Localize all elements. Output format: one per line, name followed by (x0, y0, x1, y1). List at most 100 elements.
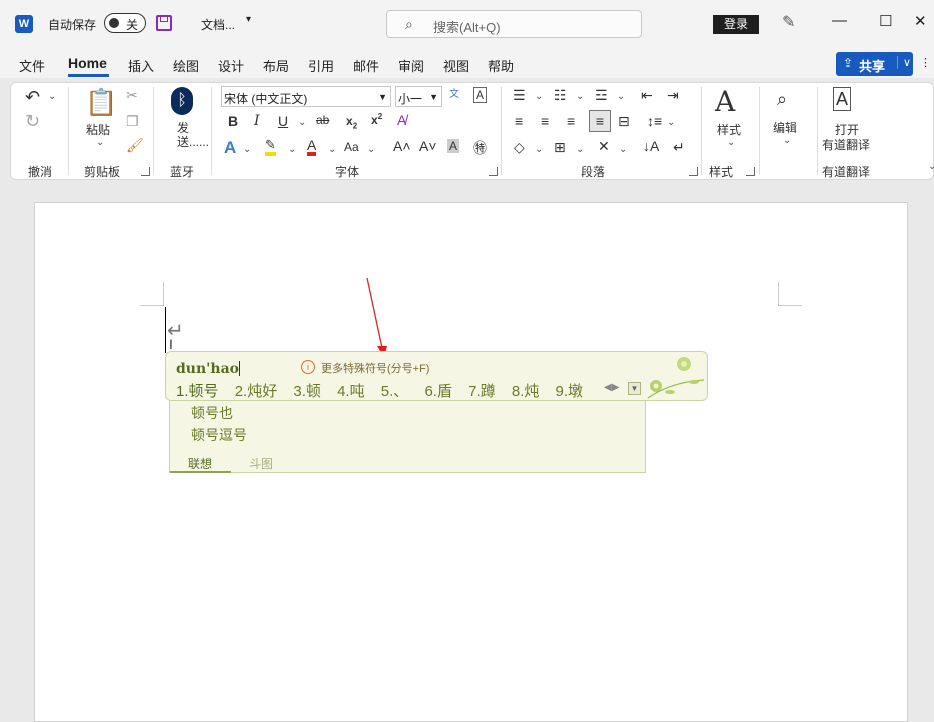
sort-icon[interactable]: ↓A (643, 138, 659, 154)
grow-font-icon[interactable]: A˄ (393, 138, 411, 154)
chevron-down-icon[interactable]: ⌄ (328, 144, 336, 155)
ime-tip[interactable]: 更多特殊符号(分号+F) (321, 360, 429, 376)
show-marks-icon[interactable]: ↵ (673, 139, 685, 156)
highlight-icon[interactable]: ✎ (265, 138, 276, 156)
bluetooth-icon[interactable]: ᛒ (171, 87, 193, 115)
dialog-launcher-icon[interactable] (746, 167, 755, 176)
page-arrows-icon[interactable]: ◀▶ (604, 382, 619, 393)
align-right-icon[interactable]: ≡ (567, 113, 575, 129)
candidate-item[interactable]: 7.蹲 (468, 383, 496, 400)
align-center-icon[interactable]: ≡ (541, 113, 549, 129)
text-effects-icon[interactable]: A (224, 138, 236, 158)
chevron-down-icon[interactable]: ⌄ (298, 117, 306, 128)
paste-icon[interactable]: 📋 (85, 87, 117, 118)
shading-icon[interactable]: ◇ (514, 139, 525, 156)
tab-home[interactable]: Home (68, 55, 107, 71)
chevron-down-icon[interactable]: ⌄ (96, 137, 104, 148)
youdao-translate-icon[interactable]: A (833, 87, 852, 111)
autosave-toggle[interactable]: 关 (104, 13, 146, 33)
cut-icon[interactable]: ✂ (126, 87, 138, 104)
tab-file[interactable]: 文件 (19, 56, 45, 75)
line-spacing-icon[interactable]: ↕≡ (647, 113, 662, 129)
association-item[interactable]: 顿号也 (191, 403, 233, 423)
decrease-indent-icon[interactable]: ⇤ (641, 87, 653, 104)
candidate-item[interactable]: 8.炖 (512, 383, 540, 400)
more-options-icon[interactable]: ⋮ (920, 56, 931, 69)
save-icon[interactable] (156, 15, 172, 31)
candidate-item[interactable]: 1.顿号 (176, 383, 219, 400)
chinese-layout-icon[interactable]: ✕ (598, 138, 610, 155)
tab-view[interactable]: 视图 (443, 56, 469, 75)
share-button[interactable]: ⇪ 共享 ∨ (836, 52, 913, 76)
close-button[interactable]: ✕ (914, 12, 927, 30)
dialog-launcher-icon[interactable] (689, 167, 698, 176)
chevron-down-icon[interactable]: ▾ (246, 14, 251, 25)
tab-references[interactable]: 引用 (308, 56, 334, 75)
format-painter-icon[interactable]: 🖌 (126, 137, 144, 154)
bold-icon[interactable]: B (228, 113, 238, 129)
chevron-down-icon[interactable]: ⌄ (367, 144, 375, 155)
bluetooth-send-label[interactable]: 发送...... (177, 121, 209, 149)
shrink-font-icon[interactable]: A˅ (419, 138, 437, 154)
ime-tab-assoc[interactable]: 联想 (188, 455, 212, 472)
chevron-down-icon[interactable]: ⌄ (783, 135, 791, 146)
font-color-icon[interactable]: A (307, 138, 317, 156)
clear-formatting-icon[interactable]: A̸ (397, 112, 406, 128)
styles-icon[interactable]: A (715, 85, 735, 118)
minimize-button[interactable]: — (832, 12, 847, 29)
dialog-launcher-icon[interactable] (489, 167, 498, 176)
italic-icon[interactable]: I (254, 113, 260, 129)
tab-design[interactable]: 设计 (218, 56, 244, 75)
tab-help[interactable]: 帮助 (488, 56, 514, 75)
font-size-select[interactable]: 小一 ▼ (395, 86, 442, 107)
character-border-icon[interactable]: A (473, 87, 488, 103)
candidate-item[interactable]: 2.炖好 (235, 383, 278, 400)
chevron-down-icon[interactable]: ⌄ (288, 144, 296, 155)
tab-mailings[interactable]: 邮件 (353, 56, 379, 75)
candidate-item[interactable]: 5.、 (381, 383, 409, 400)
increase-indent-icon[interactable]: ⇥ (667, 87, 679, 104)
distributed-icon[interactable]: ⊟ (618, 113, 630, 130)
tab-draw[interactable]: 绘图 (173, 56, 199, 75)
chevron-down-icon[interactable]: ⌄ (667, 117, 675, 128)
association-item[interactable]: 顿号逗号 (191, 425, 247, 445)
candidate-item[interactable]: 9.墩 (556, 383, 584, 400)
editing-label[interactable]: 编辑 (773, 119, 797, 136)
superscript-icon[interactable]: x2 (371, 112, 382, 127)
strikethrough-icon[interactable]: ab (316, 113, 329, 127)
chevron-down-icon[interactable]: ⌄ (48, 91, 56, 102)
numbering-icon[interactable]: ☷ (554, 87, 567, 104)
chevron-down-icon[interactable]: ⌄ (727, 137, 735, 148)
tab-layout[interactable]: 布局 (263, 56, 289, 75)
underline-icon[interactable]: U (278, 113, 288, 129)
tab-insert[interactable]: 插入 (128, 56, 154, 75)
ime-tab-emoji[interactable]: 斗图 (249, 455, 273, 472)
redo-icon[interactable]: ↻ (25, 111, 40, 132)
styles-label[interactable]: 样式 (717, 121, 741, 138)
justify-icon[interactable]: ≡ (589, 110, 611, 132)
youdao-translate-label[interactable]: 有道翻译 (822, 136, 870, 153)
search-input[interactable]: ⌕ 搜索(Alt+Q) (386, 10, 642, 38)
candidate-item[interactable]: 6.盾 (424, 383, 452, 400)
search-icon[interactable]: ⌕ (777, 89, 787, 110)
chevron-down-icon[interactable]: ⌄ (617, 91, 625, 102)
document-name[interactable]: 文档... (201, 16, 235, 33)
subscript-icon[interactable]: x2 (346, 114, 357, 130)
change-case-icon[interactable]: Aa (344, 140, 359, 154)
paste-label[interactable]: 粘贴 (86, 121, 110, 138)
copy-icon[interactable]: ❐ (126, 113, 139, 130)
font-name-select[interactable]: 宋体 (中文正文) ▼ (221, 86, 391, 107)
character-shading-icon[interactable]: A (447, 139, 460, 153)
login-button[interactable]: 登录 (713, 15, 759, 34)
borders-icon[interactable]: ⊞ (554, 139, 566, 156)
expand-candidates-icon[interactable]: ▼ (628, 382, 641, 395)
chevron-down-icon[interactable]: ⌄ (535, 144, 543, 155)
chevron-down-icon[interactable]: ⌄ (576, 91, 584, 102)
bullets-icon[interactable]: ☰ (513, 87, 526, 104)
tab-review[interactable]: 审阅 (398, 56, 424, 75)
dialog-launcher-icon[interactable] (141, 167, 150, 176)
chevron-down-icon[interactable]: ⌄ (535, 91, 543, 102)
chevron-down-icon[interactable]: ⌄ (576, 144, 584, 155)
candidate-item[interactable]: 3.顿 (293, 383, 321, 400)
enclose-characters-icon[interactable]: ㊕ (473, 138, 487, 158)
